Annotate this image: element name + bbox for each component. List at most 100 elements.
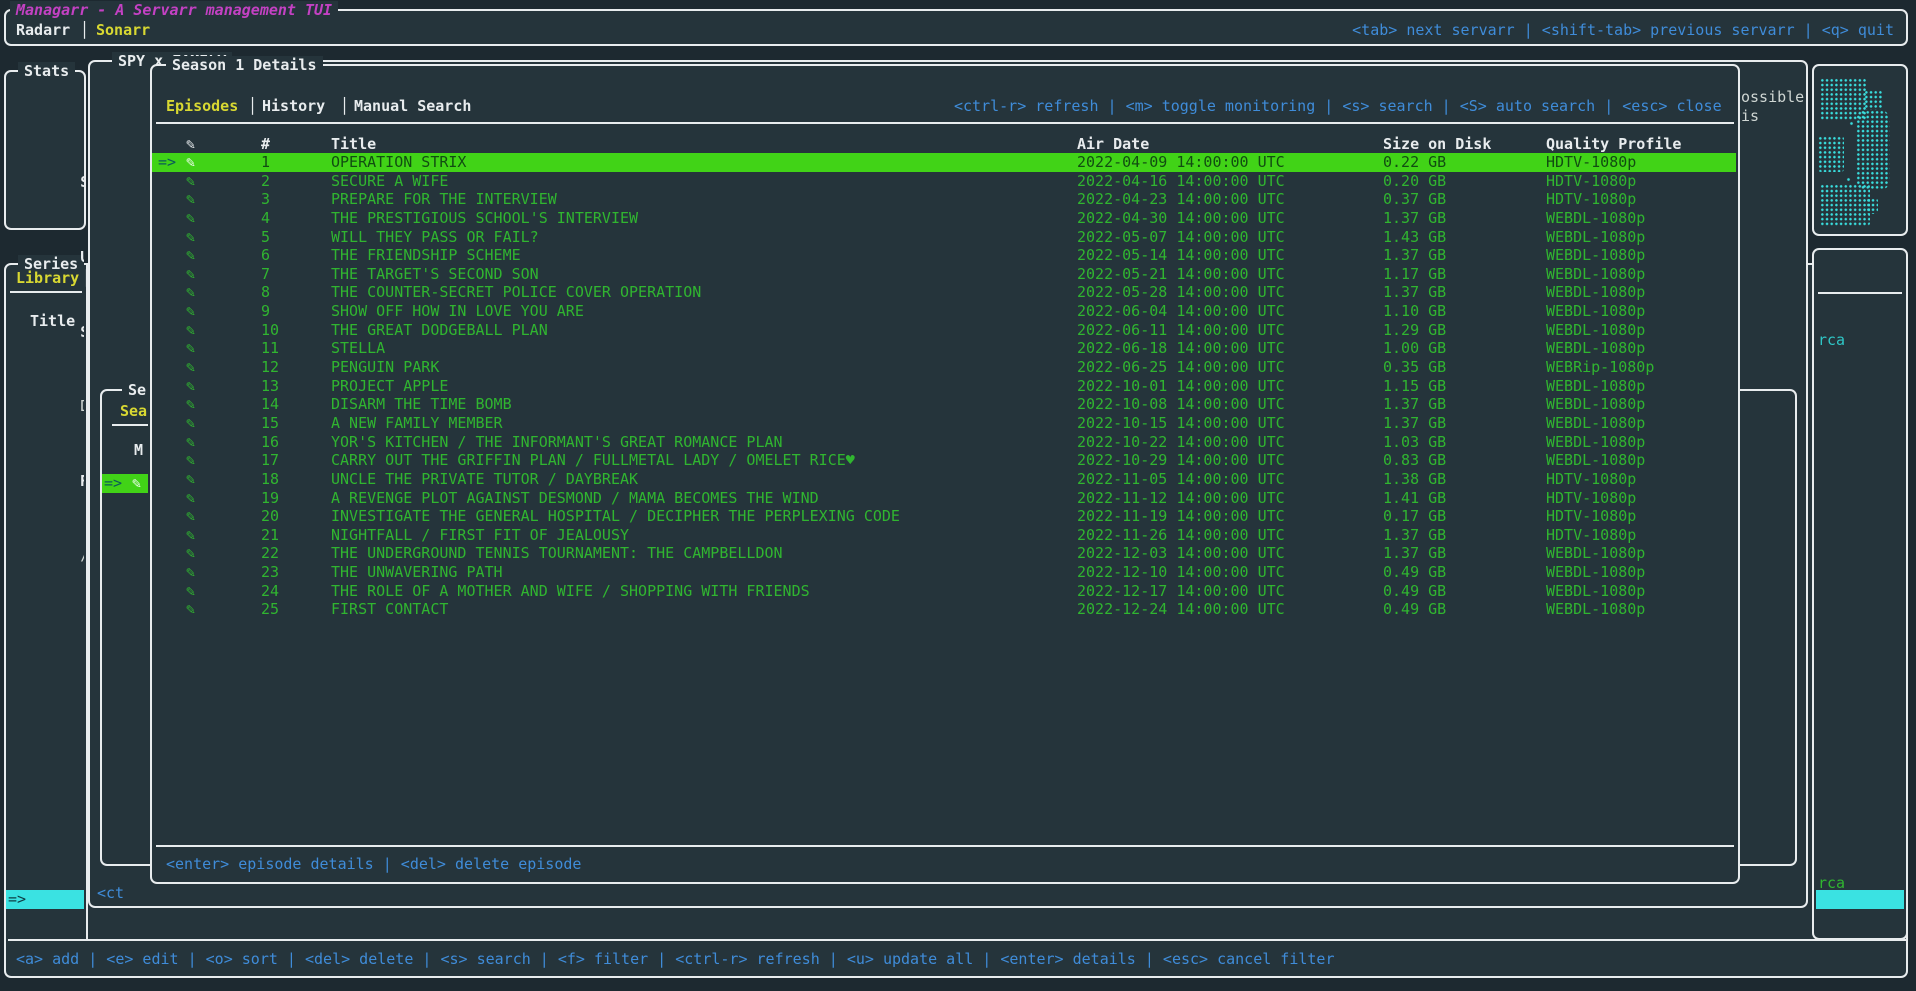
series-list-item[interactable]: Fullmet <box>6 853 84 872</box>
edit-pencil-icon: ✎ <box>186 153 195 172</box>
series-list-item[interactable]: Cosmos <box>6 629 84 648</box>
episode-title: NIGHTFALL / FIRST FIT OF JEALOUSY <box>331 526 629 545</box>
episode-row[interactable]: ✎ 19 A REVENGE PLOT AGAINST DESMOND / MA… <box>152 489 1736 508</box>
stats-text: Uptime: 17 <box>80 248 84 266</box>
episode-row[interactable]: ✎ 20 INVESTIGATE THE GENERAL HOSPITAL / … <box>152 507 1736 526</box>
series-list-item[interactable]: The X-F <box>6 741 84 760</box>
series-list-item[interactable]: => SPY x F <box>6 890 84 909</box>
episode-row[interactable]: ✎ 22 THE UNDERGROUND TENNIS TOURNAMENT: … <box>152 544 1736 563</box>
episode-row[interactable]: ✎ 9 SHOW OFF HOW IN LOVE YOU ARE 2022-06… <box>152 302 1736 321</box>
episode-quality: HDTV-1080p <box>1546 470 1636 489</box>
episode-title: PREPARE FOR THE INTERVIEW <box>331 190 557 209</box>
episode-row[interactable]: ✎ 16 YOR'S KITCHEN / THE INFORMANT'S GRE… <box>152 433 1736 452</box>
episode-row[interactable]: ✎ 13 PROJECT APPLE 2022-10-01 14:00:00 U… <box>152 377 1736 396</box>
series-list-item[interactable]: A Disco <box>6 704 84 723</box>
edit-pencil-icon: ✎ <box>186 135 195 154</box>
edit-pencil-icon: ✎ <box>186 563 195 582</box>
series-details-field: Quali <box>97 973 149 991</box>
series-list-item[interactable]: Firefly <box>6 667 84 686</box>
edit-pencil-icon: ✎ <box>186 358 195 377</box>
episode-row[interactable]: ✎ 8 THE COUNTER-SECRET POLICE COVER OPER… <box>152 283 1736 302</box>
edit-pencil-icon: ✎ <box>186 339 195 358</box>
series-list-item[interactable]: The Leg <box>6 816 84 835</box>
episode-row[interactable]: ✎ 6 THE FRIENDSHIP SCHEME 2022-05-14 14:… <box>152 246 1736 265</box>
episode-title: YOR'S KITCHEN / THE INFORMANT'S GREAT RO… <box>331 433 783 452</box>
series-list-item[interactable]: Attack <box>6 648 84 667</box>
episode-row[interactable]: ✎ 10 THE GREAT DODGEBALL PLAN 2022-06-11… <box>152 321 1736 340</box>
episode-title: PROJECT APPLE <box>331 377 448 396</box>
edit-pencil-icon: ✎ <box>186 433 195 452</box>
episode-title: CARRY OUT THE GRIFFIN PLAN / FULLMETAL L… <box>331 451 855 470</box>
episode-row[interactable]: ✎ 24 THE ROLE OF A MOTHER AND WIFE / SHO… <box>152 582 1736 601</box>
header-quality-profile: Quality Profile <box>1546 135 1681 154</box>
seasons-panel-title: Se <box>122 381 152 400</box>
episode-air-date: 2022-10-15 14:00:00 UTC <box>1077 414 1285 433</box>
edit-pencil-icon: ✎ <box>186 414 195 433</box>
tab-divider: │ <box>80 21 89 40</box>
right-edge-divider <box>1818 292 1902 294</box>
episode-row[interactable]: ✎ 4 THE PRESTIGIOUS SCHOOL'S INTERVIEW 2… <box>152 209 1736 228</box>
tab-sonarr[interactable]: Sonarr <box>96 21 150 40</box>
seasons-tab[interactable]: Sea <box>120 402 147 421</box>
episode-row[interactable]: ✎ 21 NIGHTFALL / FIRST FIT OF JEALOUSY 2… <box>152 526 1736 545</box>
right-selected-row-fragment <box>1816 890 1904 909</box>
edit-pencil-icon: ✎ <box>186 377 195 396</box>
episode-quality: WEBDL-1080p <box>1546 265 1645 284</box>
selection-arrow: => <box>158 153 176 172</box>
edit-pencil-icon: ✎ <box>186 600 195 619</box>
seasons-selected-row[interactable]: => ✎ <box>102 474 148 493</box>
series-list-item[interactable]: Elfen L <box>6 872 84 891</box>
episode-air-date: 2022-04-16 14:00:00 UTC <box>1077 172 1285 191</box>
edit-pencil-icon: ✎ <box>186 209 195 228</box>
series-list-item[interactable]: Hanniba <box>6 760 84 779</box>
episode-number: 6 <box>261 246 270 265</box>
episode-size: 1.37 GB <box>1383 283 1446 302</box>
episode-quality: WEBDL-1080p <box>1546 228 1645 247</box>
episode-row[interactable]: => ✎ 1 OPERATION STRIX 2022-04-09 14:00:… <box>152 153 1736 172</box>
episode-row[interactable]: ✎ 14 DISARM THE TIME BOMB 2022-10-08 14:… <box>152 395 1736 414</box>
right-fragment-top: rca <box>1818 331 1845 350</box>
series-list-item[interactable]: Fullmet <box>6 834 84 853</box>
stats-panel-title: Stats <box>18 62 75 81</box>
series-list-item[interactable]: Fruits <box>6 685 84 704</box>
tab-history[interactable]: History <box>262 97 325 116</box>
tab-radarr[interactable]: Radarr <box>16 21 70 40</box>
series-list-item[interactable]: Blue Pl <box>6 592 84 611</box>
series-list-item[interactable]: Avatar: <box>6 778 84 797</box>
episode-size: 0.83 GB <box>1383 451 1446 470</box>
series-list-item[interactable]: Westwor <box>6 722 84 741</box>
series-list-item[interactable]: Avatar: <box>6 797 84 816</box>
episode-number: 21 <box>261 526 279 545</box>
episode-row[interactable]: ✎ 23 THE UNWAVERING PATH 2022-12-10 14:0… <box>152 563 1736 582</box>
managarr-screen: Managarr - A Servarr management TUI Rada… <box>0 0 1916 991</box>
episode-row[interactable]: ✎ 3 PREPARE FOR THE INTERVIEW 2022-04-23… <box>152 190 1736 209</box>
episode-quality: HDTV-1080p <box>1546 489 1636 508</box>
episode-title: A REVENGE PLOT AGAINST DESMOND / MAMA BE… <box>331 489 819 508</box>
episode-row[interactable]: ✎ 18 UNCLE THE PRIVATE TUTOR / DAYBREAK … <box>152 470 1736 489</box>
episode-quality: WEBDL-1080p <box>1546 451 1645 470</box>
episode-row[interactable]: ✎ 7 THE TARGET'S SECOND SON 2022-05-21 1… <box>152 265 1736 284</box>
episode-quality: HDTV-1080p <box>1546 153 1636 172</box>
tab-manual-search[interactable]: Manual Search <box>354 97 471 116</box>
episode-size: 1.37 GB <box>1383 395 1446 414</box>
right-edge-panel <box>1812 248 1908 940</box>
tab-episodes[interactable]: Episodes <box>166 97 238 116</box>
episode-row[interactable]: ✎ 5 WILL THEY PASS OR FAIL? 2022-05-07 1… <box>152 228 1736 247</box>
episode-air-date: 2022-10-29 14:00:00 UTC <box>1077 451 1285 470</box>
episode-row[interactable]: ✎ 17 CARRY OUT THE GRIFFIN PLAN / FULLME… <box>152 451 1736 470</box>
overview-fragment-2: is <box>1741 107 1759 126</box>
series-details-field: assig <box>97 302 149 321</box>
episode-row[interactable]: ✎ 2 SECURE A WIFE 2022-04-16 14:00:00 UT… <box>152 172 1736 191</box>
episode-number: 2 <box>261 172 270 191</box>
series-list-item[interactable]: Outland <box>6 909 84 928</box>
stats-line: Sonarr Ver <box>8 155 84 174</box>
episode-row[interactable]: ✎ 25 FIRST CONTACT 2022-12-24 14:00:00 U… <box>152 600 1736 619</box>
episode-row[interactable]: ✎ 11 STELLA 2022-06-18 14:00:00 UTC 1.00… <box>152 339 1736 358</box>
episode-number: 20 <box>261 507 279 526</box>
episode-row[interactable]: ✎ 12 PENGUIN PARK 2022-06-25 14:00:00 UT… <box>152 358 1736 377</box>
episode-row[interactable]: ✎ 15 A NEW FAMILY MEMBER 2022-10-15 14:0… <box>152 414 1736 433</box>
episode-air-date: 2022-10-08 14:00:00 UTC <box>1077 395 1285 414</box>
episode-quality: WEBDL-1080p <box>1546 302 1645 321</box>
series-list-item[interactable]: Cosmos <box>6 611 84 630</box>
stats-text: Storage: <box>80 323 84 341</box>
